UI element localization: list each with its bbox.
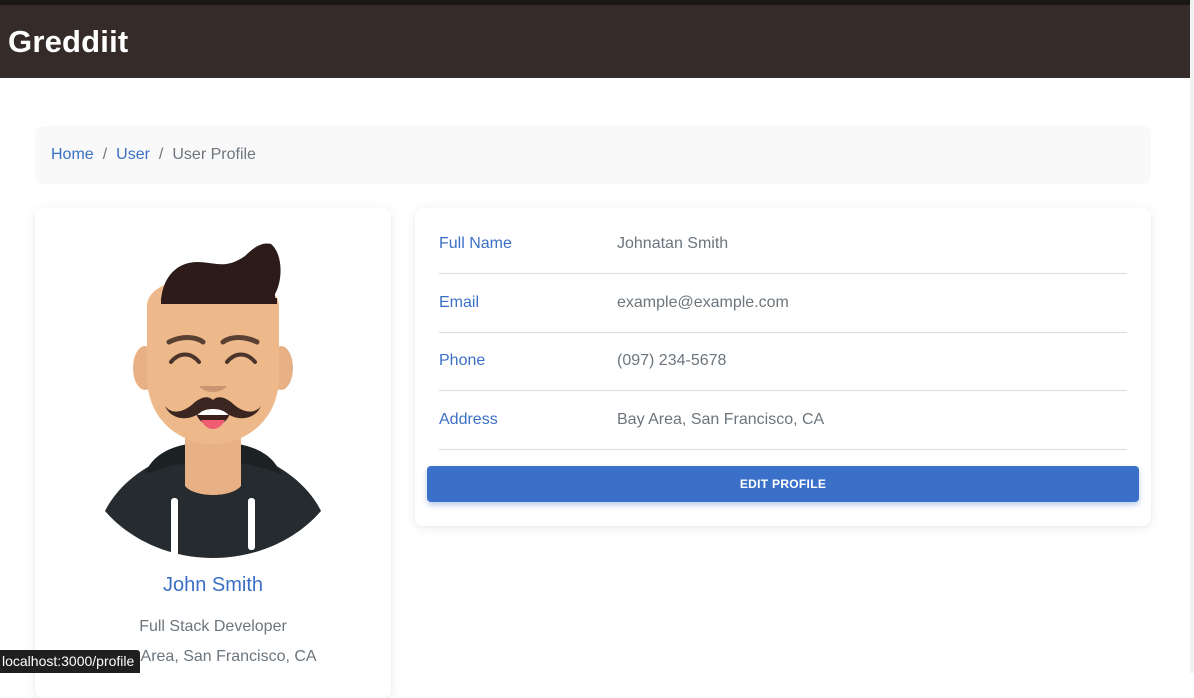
address-label: Address xyxy=(439,411,498,428)
profile-role: Full Stack Developer xyxy=(139,618,287,635)
breadcrumb-separator: / xyxy=(158,146,164,163)
avatar-illustration-icon xyxy=(105,243,321,558)
status-bar-url: localhost:3000/profile xyxy=(0,650,141,673)
full-name-label: Full Name xyxy=(439,235,512,252)
email-label: Email xyxy=(439,294,480,311)
email-value: example@example.com xyxy=(617,294,789,311)
profile-details-card: Full Name Johnatan Smith Email example@e… xyxy=(415,208,1151,526)
navbar: Greddiit xyxy=(0,5,1190,78)
profile-card: John Smith Full Stack Developer Bay Area… xyxy=(35,208,391,698)
phone-label: Phone xyxy=(439,352,486,369)
breadcrumb: Home / User / User Profile xyxy=(35,126,1151,184)
scrollbar-track[interactable] xyxy=(1190,0,1194,673)
avatar xyxy=(105,236,321,558)
full-name-value: Johnatan Smith xyxy=(617,235,729,252)
profile-name: John Smith xyxy=(162,574,264,596)
detail-row-email: Email example@example.com xyxy=(439,274,1127,333)
address-value: Bay Area, San Francisco, CA xyxy=(617,411,825,428)
edit-profile-button[interactable]: EDIT PROFILE xyxy=(427,466,1139,502)
breadcrumb-home-link[interactable]: Home xyxy=(51,146,94,164)
detail-row-phone: Phone (097) 234-5678 xyxy=(439,332,1127,391)
breadcrumb-current: User Profile xyxy=(172,146,256,163)
breadcrumb-separator: / xyxy=(102,146,108,163)
breadcrumb-user-link[interactable]: User xyxy=(116,146,150,164)
brand-logo[interactable]: Greddiit xyxy=(8,24,128,60)
phone-value: (097) 234-5678 xyxy=(617,352,727,369)
detail-row-address: Address Bay Area, San Francisco, CA xyxy=(439,391,1127,450)
detail-row-full-name: Full Name Johnatan Smith xyxy=(439,215,1127,274)
